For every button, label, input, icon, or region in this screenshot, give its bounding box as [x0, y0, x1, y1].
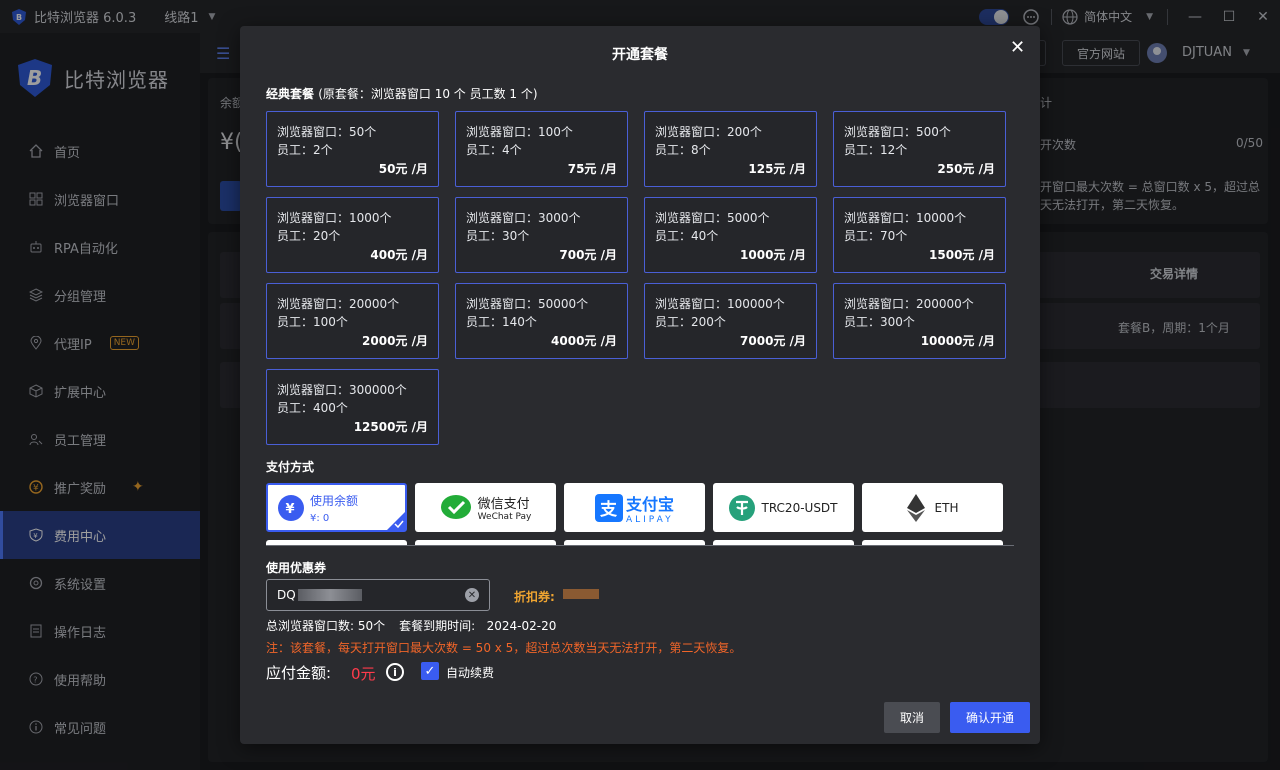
plan-staff: 员工：40个 [655, 229, 719, 243]
plan-staff: 员工：30个 [466, 229, 530, 243]
close-icon[interactable]: ✕ [1010, 37, 1025, 58]
coupon-section-label: 使用优惠券 [266, 561, 327, 575]
plan-staff: 员工：8个 [655, 143, 711, 157]
total-windows: 总浏览器窗口数: 50个 [266, 619, 386, 633]
plan-price: 1000元 /月 [740, 248, 806, 262]
plan-staff: 员工：140个 [466, 315, 537, 329]
discount-redacted [563, 589, 599, 599]
plan-price: 2000元 /月 [362, 334, 428, 348]
plan-card-3000[interactable]: 浏览器窗口：3000个 员工：30个 700元 /月 [455, 197, 628, 273]
cancel-button[interactable]: 取消 [884, 702, 940, 733]
modal-title: 开通套餐 [612, 47, 668, 63]
plans-original: (原套餐：浏览器窗口 10 个 员工数 1 个) [318, 87, 538, 101]
plan-price: 1500元 /月 [929, 248, 995, 262]
plan-card-50[interactable]: 浏览器窗口：50个 员工：2个 50元 /月 [266, 111, 439, 187]
plan-staff: 员工：2个 [277, 143, 333, 157]
plan-card-200000[interactable]: 浏览器窗口：200000个 员工：300个 10000元 /月 [833, 283, 1006, 359]
balance-value: ¥: 0 [310, 512, 330, 524]
plan-windows: 浏览器窗口：50000个 [466, 297, 589, 311]
plan-windows: 浏览器窗口：300000个 [277, 383, 407, 397]
plan-price: 400元 /月 [370, 248, 428, 262]
plan-price: 125元 /月 [748, 162, 806, 176]
payment-option-eth[interactable]: ETH [862, 483, 1003, 532]
plan-windows: 浏览器窗口：10000个 [844, 211, 967, 225]
svg-text:支: 支 [600, 499, 618, 520]
plan-price: 250元 /月 [937, 162, 995, 176]
confirm-button[interactable]: 确认开通 [950, 702, 1030, 733]
plan-summary: 总浏览器窗口数: 50个 套餐到期时间: 2024-02-20 [266, 617, 556, 634]
plan-card-300000[interactable]: 浏览器窗口：300000个 员工：400个 12500元 /月 [266, 369, 439, 445]
plan-card-10000[interactable]: 浏览器窗口：10000个 员工：70个 1500元 /月 [833, 197, 1006, 273]
coupon-input[interactable]: DQ ✕ [266, 579, 490, 611]
plan-staff: 员工：300个 [844, 315, 915, 329]
plan-staff: 员工：4个 [466, 143, 522, 157]
plan-card-50000[interactable]: 浏览器窗口：50000个 员工：140个 4000元 /月 [455, 283, 628, 359]
plan-card-20000[interactable]: 浏览器窗口：20000个 员工：100个 2000元 /月 [266, 283, 439, 359]
plan-price: 10000元 /月 [920, 334, 995, 348]
auto-renew-checkbox[interactable]: ✓ [421, 662, 439, 680]
balance-label: 使用余额 [310, 493, 359, 508]
payment-option-balance[interactable]: ¥ 使用余额 ¥: 0 [266, 483, 407, 532]
amount-label: 应付金额: [266, 664, 332, 682]
payment-option-usdt[interactable]: TRC20-USDT [713, 483, 854, 532]
plan-windows: 浏览器窗口：200000个 [844, 297, 974, 311]
plan-staff: 员工：20个 [277, 229, 341, 243]
plan-price: 75元 /月 [567, 162, 617, 176]
alipay-icon: 支 [594, 493, 623, 522]
plan-card-5000[interactable]: 浏览器窗口：5000个 员工：40个 1000元 /月 [644, 197, 817, 273]
divider [266, 545, 1014, 546]
wechat-pay-icon [440, 494, 471, 519]
plan-staff: 员工：100个 [277, 315, 348, 329]
plan-card-100000[interactable]: 浏览器窗口：100000个 员工：200个 7000元 /月 [644, 283, 817, 359]
plan-windows: 浏览器窗口：100个 [466, 125, 573, 139]
clear-icon[interactable]: ✕ [465, 588, 479, 602]
plan-staff: 员工：12个 [844, 143, 908, 157]
alipay-sublabel: ALIPAY [625, 514, 674, 525]
plan-staff: 员工：70个 [844, 229, 908, 243]
plan-windows: 浏览器窗口：500个 [844, 125, 951, 139]
payment-option-wechat[interactable]: 微信支付 WeChat Pay [415, 483, 556, 532]
subscribe-modal: 开通套餐 ✕ 经典套餐 (原套餐：浏览器窗口 10 个 员工数 1 个) 浏览器… [240, 26, 1040, 744]
payment-section-label: 支付方式 [266, 460, 315, 474]
plan-card-500[interactable]: 浏览器窗口：500个 员工：12个 250元 /月 [833, 111, 1006, 187]
coupon-redacted [297, 589, 362, 601]
plan-windows: 浏览器窗口：1000个 [277, 211, 392, 225]
info-icon[interactable]: i [386, 663, 404, 681]
discount-label: 折扣券: [514, 590, 555, 604]
eth-label: ETH [934, 500, 959, 515]
plan-card-200[interactable]: 浏览器窗口：200个 员工：8个 125元 /月 [644, 111, 817, 187]
plan-price: 12500元 /月 [353, 420, 428, 434]
plan-price: 7000元 /月 [740, 334, 806, 348]
plans-title: 经典套餐 [266, 87, 315, 101]
wechat-sublabel: WeChat Pay [477, 512, 532, 522]
plan-windows: 浏览器窗口：100000个 [655, 297, 785, 311]
plan-windows: 浏览器窗口：3000个 [466, 211, 581, 225]
payment-option-alipay[interactable]: 支 支付宝 ALIPAY [564, 483, 705, 532]
amount-value: 0元 [351, 665, 376, 683]
plan-windows: 浏览器窗口：20000个 [277, 297, 400, 311]
plan-card-100[interactable]: 浏览器窗口：100个 员工：4个 75元 /月 [455, 111, 628, 187]
alipay-label: 支付宝 [625, 494, 674, 514]
plan-staff: 员工：400个 [277, 401, 348, 415]
usage-note: 注：该套餐，每天打开窗口最大次数 = 50 x 5，超过总次数当天无法打开，第二… [266, 641, 742, 655]
plan-staff: 员工：200个 [655, 315, 726, 329]
ethereum-icon [906, 493, 925, 522]
wechat-label: 微信支付 [477, 497, 530, 512]
svg-text:¥: ¥ [286, 502, 295, 517]
tether-icon [729, 494, 756, 521]
plan-price: 4000元 /月 [551, 334, 617, 348]
usdt-label: TRC20-USDT [761, 500, 838, 515]
yen-icon: ¥ [278, 494, 304, 521]
plan-windows: 浏览器窗口：50个 [277, 125, 377, 139]
coupon-prefix: DQ [277, 588, 296, 602]
selected-check-icon [387, 512, 405, 530]
plan-windows: 浏览器窗口：5000个 [655, 211, 770, 225]
plans-section-label: 经典套餐 (原套餐：浏览器窗口 10 个 员工数 1 个) [266, 85, 538, 102]
expire-date: 套餐到期时间: 2024-02-20 [399, 619, 557, 633]
plan-card-1000[interactable]: 浏览器窗口：1000个 员工：20个 400元 /月 [266, 197, 439, 273]
plan-windows: 浏览器窗口：200个 [655, 125, 762, 139]
plan-price: 50元 /月 [378, 162, 428, 176]
plan-price: 700元 /月 [559, 248, 617, 262]
auto-renew-label: 自动续费 [446, 666, 495, 680]
